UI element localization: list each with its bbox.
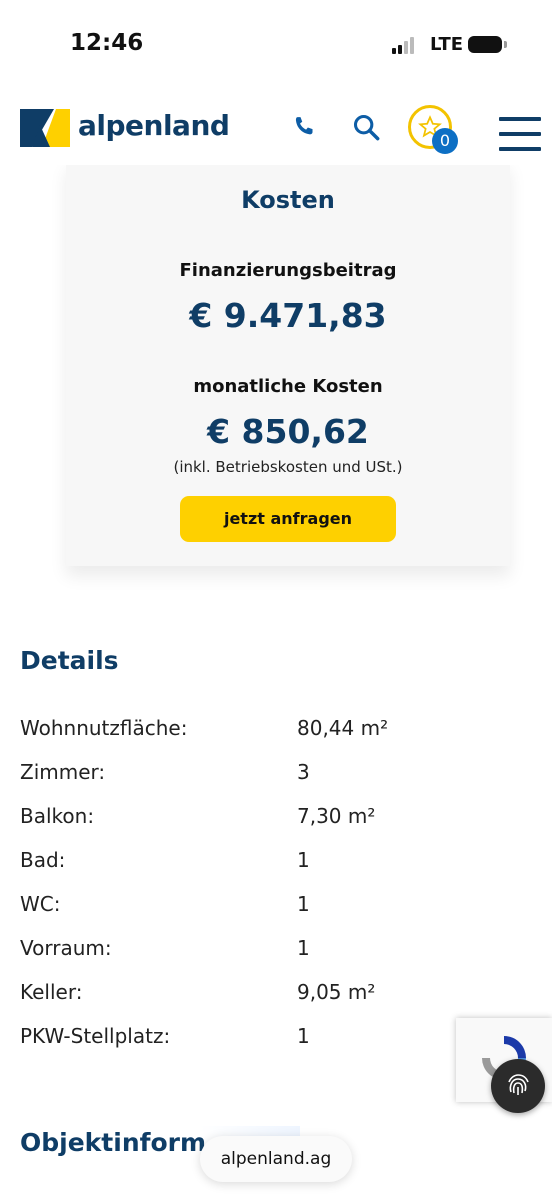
details-heading: Details xyxy=(20,646,119,675)
brand-name[interactable]: alpenland xyxy=(78,109,230,142)
details-label: Balkon: xyxy=(20,804,95,828)
inquire-button[interactable]: jetzt anfragen xyxy=(180,496,396,542)
menu-icon[interactable] xyxy=(499,117,541,151)
details-row: WC: 1 xyxy=(20,892,540,936)
network-type: LTE xyxy=(430,34,464,55)
details-list: Wohnnutzfläche: 80,44 m² Zimmer: 3 Balko… xyxy=(20,716,540,1068)
monthly-costs-amount: € 850,62 xyxy=(207,412,369,451)
phone-icon[interactable] xyxy=(290,113,318,141)
costs-card: Kosten Finanzierungsbeitrag € 9.471,83 m… xyxy=(66,160,510,566)
details-value: 7,30 m² xyxy=(297,804,376,828)
details-row: Balkon: 7,30 m² xyxy=(20,804,540,848)
battery-icon xyxy=(468,36,507,53)
details-label: Bad: xyxy=(20,848,66,872)
details-row: Bad: 1 xyxy=(20,848,540,892)
details-value: 3 xyxy=(297,760,310,784)
details-label: Zimmer: xyxy=(20,760,106,784)
costs-title: Kosten xyxy=(241,186,335,214)
financing-label: Finanzierungsbeitrag xyxy=(179,260,397,281)
favorites-count-badge: 0 xyxy=(432,128,458,154)
search-icon[interactable] xyxy=(352,113,380,141)
signal-strength-icon xyxy=(392,36,420,54)
details-label: PKW-Stellplatz: xyxy=(20,1024,171,1048)
details-row: Wohnnutzfläche: 80,44 m² xyxy=(20,716,540,760)
details-value: 80,44 m² xyxy=(297,716,389,740)
details-label: Keller: xyxy=(20,980,83,1004)
details-label: Vorraum: xyxy=(20,936,112,960)
details-value: 1 xyxy=(297,848,310,872)
details-value: 1 xyxy=(297,1024,310,1048)
details-row: Vorraum: 1 xyxy=(20,936,540,980)
details-value: 1 xyxy=(297,892,310,916)
object-info-heading: Objektinform xyxy=(20,1128,207,1157)
details-label: WC: xyxy=(20,892,61,916)
alpenland-logo-icon[interactable] xyxy=(20,105,70,147)
fingerprint-button[interactable] xyxy=(491,1059,545,1113)
status-bar: 12:46 LTE xyxy=(0,0,552,90)
monthly-costs-note: (inkl. Betriebskosten und USt.) xyxy=(173,458,403,476)
details-value: 1 xyxy=(297,936,310,960)
status-time: 12:46 xyxy=(70,30,144,56)
details-row: Zimmer: 3 xyxy=(20,760,540,804)
details-label: Wohnnutzfläche: xyxy=(20,716,188,740)
details-value: 9,05 m² xyxy=(297,980,376,1004)
monthly-costs-label: monatliche Kosten xyxy=(193,376,383,397)
browser-url-bar[interactable]: alpenland.ag xyxy=(200,1136,352,1182)
financing-amount: € 9.471,83 xyxy=(189,296,387,335)
fingerprint-icon xyxy=(508,1074,529,1095)
site-header: alpenland 0 xyxy=(0,95,552,165)
